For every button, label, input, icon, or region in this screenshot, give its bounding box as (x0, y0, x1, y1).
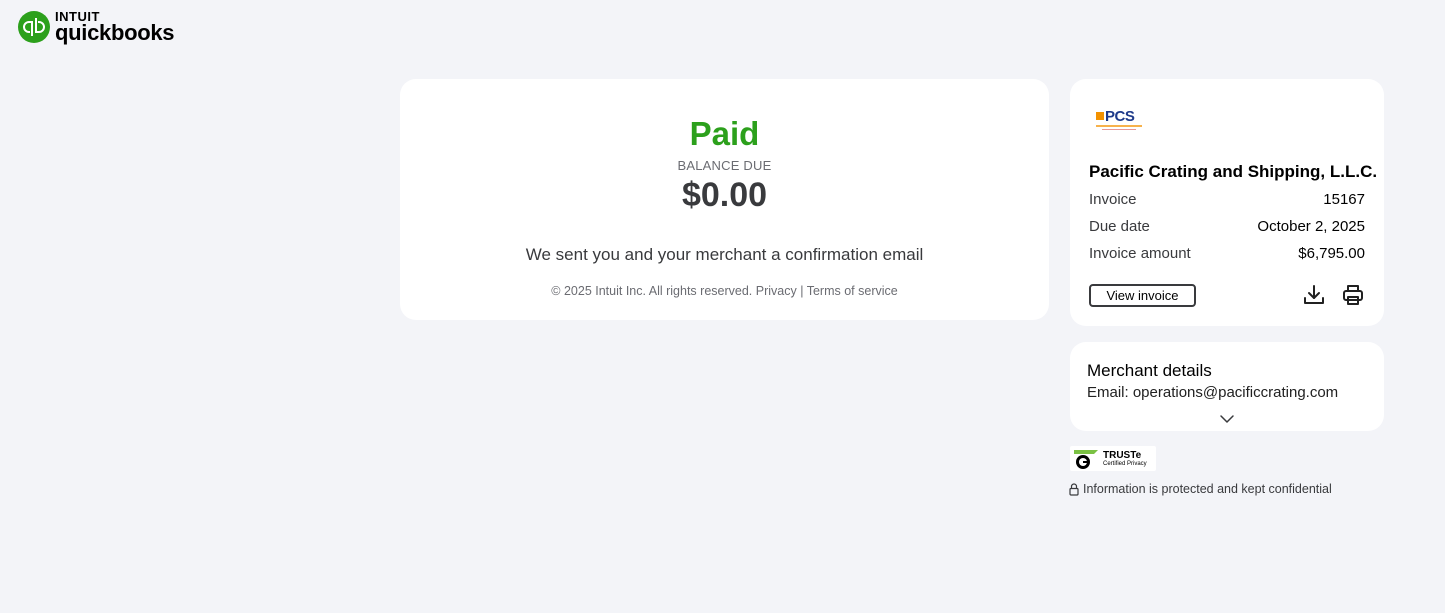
security-note: Information is protected and kept confid… (1069, 482, 1332, 496)
quickbooks-logo[interactable]: INTUIT quickbooks (18, 10, 175, 45)
footer-separator: | (800, 284, 804, 298)
balance-due-amount: $0.00 (681, 176, 768, 214)
merchant-name: Pacific Crating and Shipping, L.L.C. (1089, 162, 1378, 181)
invoice-number-row: Invoice 15167 (1089, 191, 1365, 208)
lock-icon (1069, 482, 1079, 496)
payment-status-card: Paid BALANCE DUE $0.00 We sent you and y… (400, 79, 1049, 320)
privacy-link[interactable]: Privacy (756, 284, 797, 298)
chevron-down-icon[interactable] (1219, 411, 1235, 423)
due-date-row: Due date October 2, 2025 (1089, 218, 1365, 235)
invoice-number-value: 15167 (1323, 191, 1365, 208)
invoice-amount-value: $6,795.00 (1298, 245, 1365, 262)
download-icon[interactable] (1302, 283, 1326, 307)
merchant-logo: PCS (1096, 108, 1142, 132)
invoice-number-label: Invoice (1089, 191, 1137, 208)
view-invoice-button[interactable]: View invoice (1089, 284, 1196, 307)
confirmation-message: We sent you and your merchant a confirma… (525, 245, 924, 264)
truste-title: TRUSTe (1103, 449, 1142, 461)
merchant-logo-text: PCS (1105, 108, 1135, 125)
invoice-summary-card: PCS Pacific Crating and Shipping, L.L.C.… (1070, 79, 1384, 326)
printer-icon[interactable] (1341, 283, 1365, 307)
qb-logo-icon (18, 11, 50, 43)
balance-due-label: BALANCE DUE (677, 158, 772, 173)
terms-link[interactable]: Terms of service (807, 284, 898, 298)
footer: © 2025 Intuit Inc. All rights reserved. … (400, 284, 1049, 298)
paid-status: Paid (689, 115, 760, 152)
security-note-text: Information is protected and kept confid… (1083, 482, 1332, 496)
copyright-text: © 2025 Intuit Inc. All rights reserved. (551, 284, 753, 298)
truste-badge[interactable]: TRUSTe Certified Privacy (1070, 446, 1156, 471)
invoice-amount-row: Invoice amount $6,795.00 (1089, 245, 1365, 262)
truste-seal-icon (1074, 449, 1098, 469)
due-date-value: October 2, 2025 (1257, 218, 1365, 235)
invoice-amount-label: Invoice amount (1089, 245, 1191, 262)
logo-quickbooks-text: quickbooks (55, 20, 175, 45)
merchant-details-title: Merchant details (1087, 361, 1212, 380)
merchant-email: Email: operations@pacificcrating.com (1087, 384, 1339, 401)
truste-subtitle: Certified Privacy (1103, 460, 1147, 467)
due-date-label: Due date (1089, 218, 1150, 235)
merchant-details-card[interactable]: Merchant details Email: operations@pacif… (1070, 342, 1384, 431)
